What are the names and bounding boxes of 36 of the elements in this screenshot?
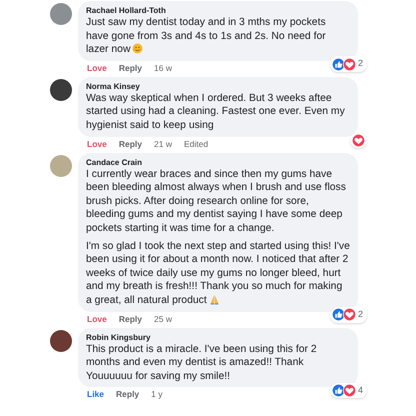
avatar[interactable] — [50, 78, 72, 101]
like-icon — [332, 384, 345, 398]
reply-link[interactable]: Reply — [118, 62, 142, 74]
reaction-count: 2 — [358, 57, 363, 70]
reaction-link[interactable]: Love — [87, 62, 107, 74]
timestamp: 25 w — [154, 314, 172, 324]
comment-author[interactable]: Candace Crain — [86, 156, 350, 168]
comment-text: This product is a miracle. I've been using this for 2 months and even my dentist is amazed!! Thank Youuuuuu for saving my smile!! — [86, 342, 318, 384]
reply-link[interactable]: Reply — [116, 389, 140, 400]
comment-text: Just saw my dentist today and in 3 mths my pockets have gone from 3s and 4s to 1s and 2s. No need for lazer now — [86, 16, 327, 57]
reaction-summary[interactable]: 2 — [330, 56, 367, 72]
reaction-summary[interactable]: 2 — [330, 307, 367, 322]
timestamp: 16 w — [154, 62, 172, 74]
praying-hands-icon — [208, 294, 220, 305]
comment-author[interactable]: Robin Kingsbury — [86, 332, 350, 342]
reply-link[interactable]: Reply — [118, 138, 142, 150]
like-icon — [332, 58, 345, 71]
comment-author[interactable]: Rachael Hollard-Toth — [86, 5, 350, 16]
reaction-count: 2 — [358, 308, 363, 321]
like-icon — [332, 308, 345, 322]
timestamp: Edited — [184, 138, 208, 150]
timestamp: 21 w — [154, 138, 172, 150]
reaction-summary[interactable]: 4 — [330, 382, 367, 398]
comment-text: I currently wear braces and since then my gums have been bleeding almost always when I brush and use floss brush picks. After doing research online for sore, bleeding gums and my dentist saying I have some deep pockets starting it was time for a change. — [86, 168, 347, 236]
reaction-count: 4 — [358, 384, 363, 397]
comment-author[interactable]: Norma Kinsey — [86, 80, 350, 92]
reply-link[interactable]: Reply — [118, 314, 142, 324]
smiley-icon — [132, 43, 144, 54]
reaction-summary[interactable] — [350, 132, 367, 148]
avatar[interactable] — [50, 330, 72, 352]
reaction-link[interactable]: Love — [87, 138, 107, 150]
reaction-link[interactable]: Love — [87, 314, 107, 324]
comment-text: Was way skeptical when I ordered. But 3 weeks aftee started using had a cleaning. Fastest one ever. Even my hygienist said to keep using — [86, 92, 346, 133]
timestamp: 1 y — [151, 389, 163, 400]
comment-text: I'm so glad I took the next step and started using this! I've been using it for about a month now. I noticed that after 2 weeks of twice daily use my gums no longer bleed, hurt and my breath is fresh!!! Thank you so much for making a great, all natural product — [86, 240, 350, 308]
reaction-link[interactable]: Like — [87, 389, 104, 400]
